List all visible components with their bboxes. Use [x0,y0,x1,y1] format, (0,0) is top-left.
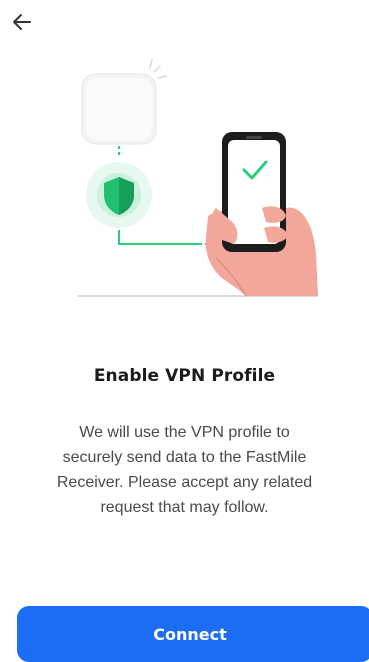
arrow-left-icon [12,13,32,36]
page-title: Enable VPN Profile [93,366,276,386]
back-button[interactable] [4,6,40,42]
page-description: We will use the VPN profile to securely … [56,424,313,516]
router-device-icon [81,59,167,145]
connect-button[interactable]: Connect [17,606,369,662]
vpn-illustration [70,58,330,308]
